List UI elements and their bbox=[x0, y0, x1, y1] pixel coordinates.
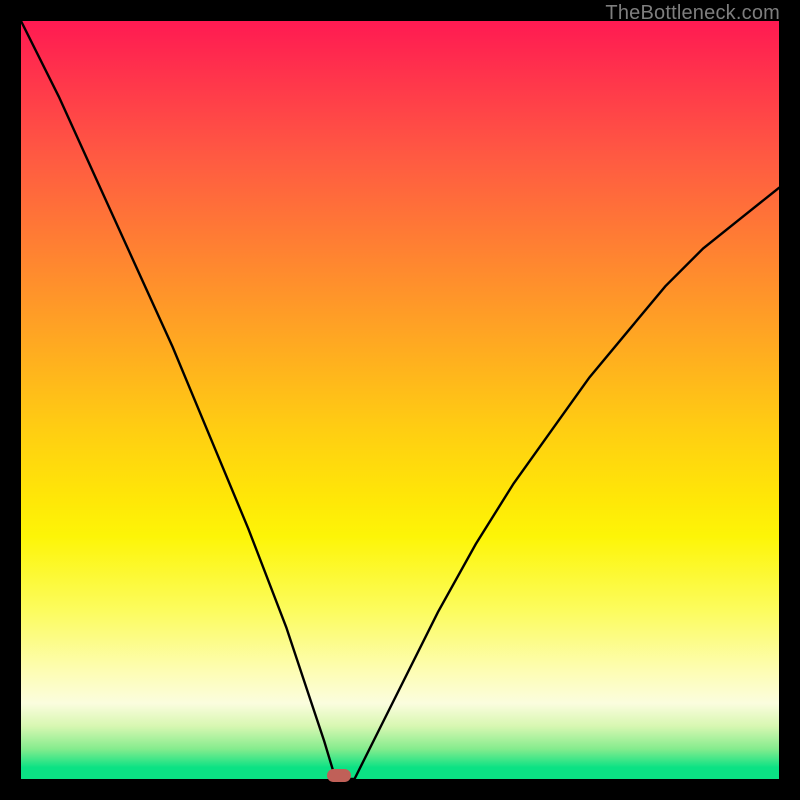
chart-plot-area bbox=[21, 21, 779, 779]
chart-gradient-background bbox=[21, 21, 779, 779]
minimum-marker bbox=[327, 769, 351, 782]
